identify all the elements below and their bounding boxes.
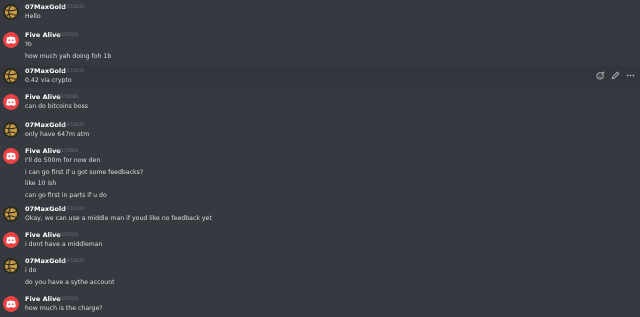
discord-logo-avatar[interactable] [3, 148, 19, 164]
message-text: i can go first if u got some feedbacks? [25, 168, 144, 176]
message-group[interactable]: Five Alive 10/17/2020 Yo how much yah doing… [0, 30, 640, 62]
message-text: do you have a sythe account [25, 278, 115, 286]
message-group[interactable]: Five Alive 10/17/2020 can do bitcoins boss [0, 92, 640, 116]
message-group[interactable]: Five Alive 10/17/2020 how much is the char… [0, 294, 640, 315]
timestamp: 10/17/2020 [61, 258, 85, 263]
timestamp: 10/17/2020 [55, 94, 79, 99]
add-reaction-icon[interactable] [596, 71, 605, 80]
timestamp: 10/17/2020 [55, 232, 79, 237]
discord-logo-avatar[interactable] [3, 94, 19, 110]
message-text: 0.42 via crypto [25, 77, 72, 84]
volleyball-avatar[interactable] [3, 258, 19, 274]
message-text: can go first in parts if u do [25, 191, 107, 199]
volleyball-avatar[interactable] [3, 68, 19, 84]
timestamp: 10/17/2020 [55, 148, 79, 153]
message-group[interactable]: 07MaxGold 10/17/2020 0.42 via crypto [0, 66, 640, 88]
message-text: Okay, we can use a middle man if youd li… [25, 215, 212, 222]
username[interactable]: 07MaxGold [25, 257, 66, 265]
message-text: Hello [25, 13, 41, 20]
timestamp: 10/17/2020 [61, 122, 85, 127]
message-group[interactable]: 07MaxGold 10/17/2020 Hello [0, 2, 640, 26]
message-group[interactable]: Five Alive 10/17/2020 I'll do 500m for now… [0, 146, 640, 200]
message-text: i do [25, 267, 37, 274]
message-text: i dont have a middleman [25, 241, 103, 248]
timestamp: 10/17/2020 [61, 4, 85, 9]
more-options-icon[interactable] [626, 71, 635, 80]
timestamp: 10/17/2020 [61, 68, 85, 73]
message-text: how much yah doing foh 1b [25, 52, 112, 60]
message-text: I'll do 500m for now den [25, 157, 101, 164]
volleyball-avatar[interactable] [3, 4, 19, 20]
message-group[interactable]: 07MaxGold 10/17/2020 i do do you have a syt… [0, 256, 640, 288]
message-text: can do bitcoins boss [25, 103, 89, 110]
message-text: how much is the charge? [25, 305, 103, 312]
message-text: only have 647m atm [25, 131, 90, 138]
chat-message-list: 07MaxGold 10/17/2020 Hello Five Alive 10/17/… [0, 0, 640, 317]
message-hover-actions [596, 71, 635, 80]
timestamp: 10/17/2020 [55, 296, 79, 301]
edit-pencil-icon[interactable] [611, 71, 620, 80]
discord-logo-avatar[interactable] [3, 232, 19, 248]
volleyball-avatar[interactable] [3, 122, 19, 138]
message-group[interactable]: Five Alive 10/17/2020 i dont have a middle… [0, 230, 640, 252]
username[interactable]: 07MaxGold [25, 205, 66, 213]
username[interactable]: 07MaxGold [25, 3, 66, 11]
discord-logo-avatar[interactable] [3, 296, 19, 312]
message-group[interactable]: 07MaxGold 10/17/2020 only have 647m atm [0, 120, 640, 142]
username[interactable]: 07MaxGold [25, 121, 66, 129]
volleyball-avatar[interactable] [3, 206, 19, 222]
message-group[interactable]: 07MaxGold 10/17/2020 Okay, we can use a mi… [0, 204, 640, 226]
message-text: Yo [25, 41, 32, 48]
username[interactable]: 07MaxGold [25, 67, 66, 75]
timestamp: 10/17/2020 [61, 206, 85, 211]
timestamp: 10/17/2020 [55, 32, 79, 37]
message-text: like 10 ish [25, 180, 57, 187]
discord-logo-avatar[interactable] [3, 32, 19, 48]
